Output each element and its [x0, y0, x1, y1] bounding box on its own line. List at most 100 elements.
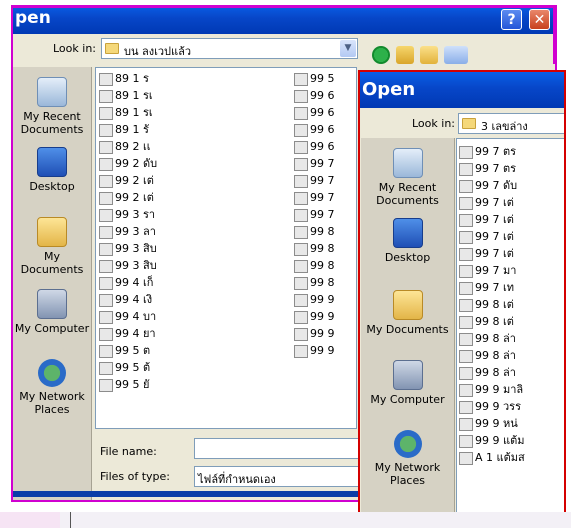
jpg-file-icon: [459, 196, 473, 210]
list-item[interactable]: 99 5 ต: [99, 342, 150, 359]
list-item[interactable]: 99 9: [294, 308, 335, 325]
list-item[interactable]: 99 3 รา: [99, 206, 155, 223]
jpg-file-icon: [99, 259, 113, 273]
list-item[interactable]: 99 5 ต้: [99, 359, 150, 376]
list-item[interactable]: 89 1 รั: [99, 121, 149, 138]
list-item[interactable]: A 1 แต้มส: [459, 449, 525, 466]
list-item[interactable]: 99 6: [294, 104, 335, 121]
list-item[interactable]: 99 7 ตร: [459, 160, 516, 177]
place-my-documents[interactable]: My Documents: [361, 290, 454, 336]
list-item[interactable]: 89 1 รเ: [99, 104, 153, 121]
views-menu-icon[interactable]: [444, 46, 468, 64]
place-my-network-places[interactable]: My Network Places: [13, 359, 91, 416]
list-item[interactable]: 99 8: [294, 223, 335, 240]
back-arrow-icon[interactable]: [372, 46, 390, 64]
list-item[interactable]: 99 4 ยา: [99, 325, 156, 342]
list-item[interactable]: 99 7 เต่: [459, 211, 514, 228]
list-item[interactable]: 99 8 เต่: [459, 296, 514, 313]
list-item[interactable]: 99 3 สิบ: [99, 240, 157, 257]
look-in-combo[interactable]: 3 เลขล่าง: [458, 113, 564, 134]
list-item[interactable]: 99 4 เงิ: [99, 291, 152, 308]
place-desktop[interactable]: Desktop: [13, 147, 91, 193]
place-my-recent-documents[interactable]: My Recent Documents: [13, 77, 91, 136]
list-item[interactable]: 89 2 เเ: [99, 138, 151, 155]
file-name-text: 99 4 เงิ: [115, 293, 153, 306]
list-item[interactable]: 99 8: [294, 274, 335, 291]
list-item[interactable]: 99 8 ล่า: [459, 347, 516, 364]
places-bar: My Recent Documents Desktop My Documents…: [13, 67, 92, 502]
place-my-network-places[interactable]: My Network Places: [361, 430, 454, 487]
list-item[interactable]: 99 7: [294, 172, 335, 189]
list-item[interactable]: 99 9: [294, 325, 335, 342]
place-desktop[interactable]: Desktop: [361, 218, 454, 264]
jpg-file-icon: [459, 247, 473, 261]
file-name-text: 99 6: [310, 140, 335, 153]
list-item[interactable]: 99 7 ดับ: [459, 177, 517, 194]
look-in-combo[interactable]: บน ลงเวปแล้ว ▼: [101, 38, 358, 59]
file-list[interactable]: 99 7 ตร 99 7 ตร 99 7 ดับ 99 7 เต่ 99 7 เต่ 99…: [456, 138, 564, 518]
file-name-text: 89 1 รเ: [115, 89, 153, 102]
list-item[interactable]: 99 6: [294, 87, 335, 104]
list-item[interactable]: 99 3 ลา: [99, 223, 156, 240]
list-item[interactable]: 99 7 เต่: [459, 228, 514, 245]
list-item[interactable]: 99 7 เท: [459, 279, 514, 296]
title-bar[interactable]: Open: [360, 72, 564, 108]
list-item[interactable]: 99 9 มาลิ: [459, 381, 523, 398]
list-item[interactable]: 99 9: [294, 291, 335, 308]
list-item[interactable]: 99 2 เต่: [99, 172, 154, 189]
list-item[interactable]: 99 5 ยั: [99, 376, 149, 393]
file-name-text: 99 8: [310, 259, 335, 272]
file-name-text: 99 8: [310, 242, 335, 255]
list-item[interactable]: 99 4 เก็: [99, 274, 153, 291]
list-item[interactable]: 99 8: [294, 240, 335, 257]
list-item[interactable]: 99 8 เต่: [459, 313, 514, 330]
list-item[interactable]: 99 4 บา: [99, 308, 156, 325]
list-item[interactable]: 99 7: [294, 155, 335, 172]
file-list[interactable]: 89 1 ร 89 1 รเ 89 1 รเ 89 1 รั 89 2 เเ 99 2 ด…: [95, 67, 357, 429]
up-folder-icon[interactable]: [396, 46, 414, 64]
list-item[interactable]: 99 9 แต้ม: [459, 432, 524, 449]
list-item[interactable]: 99 7 เต่: [459, 194, 514, 211]
list-item[interactable]: 99 8: [294, 257, 335, 274]
list-item[interactable]: 99 8 ล่า: [459, 330, 516, 347]
list-item[interactable]: 99 9 วรร: [459, 398, 521, 415]
file-name-text: 99 3 สิบ: [115, 259, 157, 272]
close-icon[interactable]: ✕: [529, 9, 550, 30]
list-item[interactable]: 99 7: [294, 206, 335, 223]
list-item[interactable]: 99 7 เต่: [459, 245, 514, 262]
list-item[interactable]: 99 7: [294, 189, 335, 206]
place-my-documents[interactable]: My Documents: [13, 217, 91, 276]
files-of-type-label: Files of type:: [100, 470, 171, 483]
new-folder-icon[interactable]: [420, 46, 438, 64]
list-item[interactable]: 99 9: [294, 342, 335, 359]
help-icon[interactable]: ?: [501, 9, 522, 30]
list-item[interactable]: 99 7 มา: [459, 262, 516, 279]
list-item[interactable]: 99 3 สิบ: [99, 257, 157, 274]
list-item[interactable]: 99 6: [294, 121, 335, 138]
list-item[interactable]: 89 1 ร: [99, 70, 149, 87]
list-item[interactable]: 99 9 หน่: [459, 415, 518, 432]
my-computer-icon: [37, 289, 67, 319]
list-item[interactable]: 99 2 ดับ: [99, 155, 157, 172]
file-name-input[interactable]: [194, 438, 359, 459]
place-my-computer[interactable]: My Computer: [361, 360, 454, 406]
list-item[interactable]: 99 5: [294, 70, 335, 87]
file-name-text: 99 9 หน่: [475, 417, 518, 430]
list-item[interactable]: 99 7 ตร: [459, 143, 516, 160]
list-item[interactable]: 99 2 เต่: [99, 189, 154, 206]
list-item[interactable]: 89 1 รเ: [99, 87, 153, 104]
file-name-text: 99 7 เต่: [475, 196, 514, 209]
file-name-text: 99 6: [310, 123, 335, 136]
title-bar[interactable]: pen ? ✕: [11, 5, 557, 34]
file-name-text: 99 3 ลา: [115, 225, 156, 238]
list-item[interactable]: 99 8 ล่า: [459, 364, 516, 381]
chevron-down-icon[interactable]: ▼: [340, 40, 356, 57]
jpg-file-icon: [294, 327, 308, 341]
files-of-type-select[interactable]: ไฟล์ที่กำหนดเอง: [194, 466, 359, 487]
file-name-text: 99 8 เต่: [475, 298, 514, 311]
jpg-file-icon: [459, 417, 473, 431]
place-my-computer[interactable]: My Computer: [13, 289, 91, 335]
file-name-text: 99 4 บา: [115, 310, 157, 323]
list-item[interactable]: 99 6: [294, 138, 335, 155]
place-my-recent-documents[interactable]: My Recent Documents: [361, 148, 454, 207]
